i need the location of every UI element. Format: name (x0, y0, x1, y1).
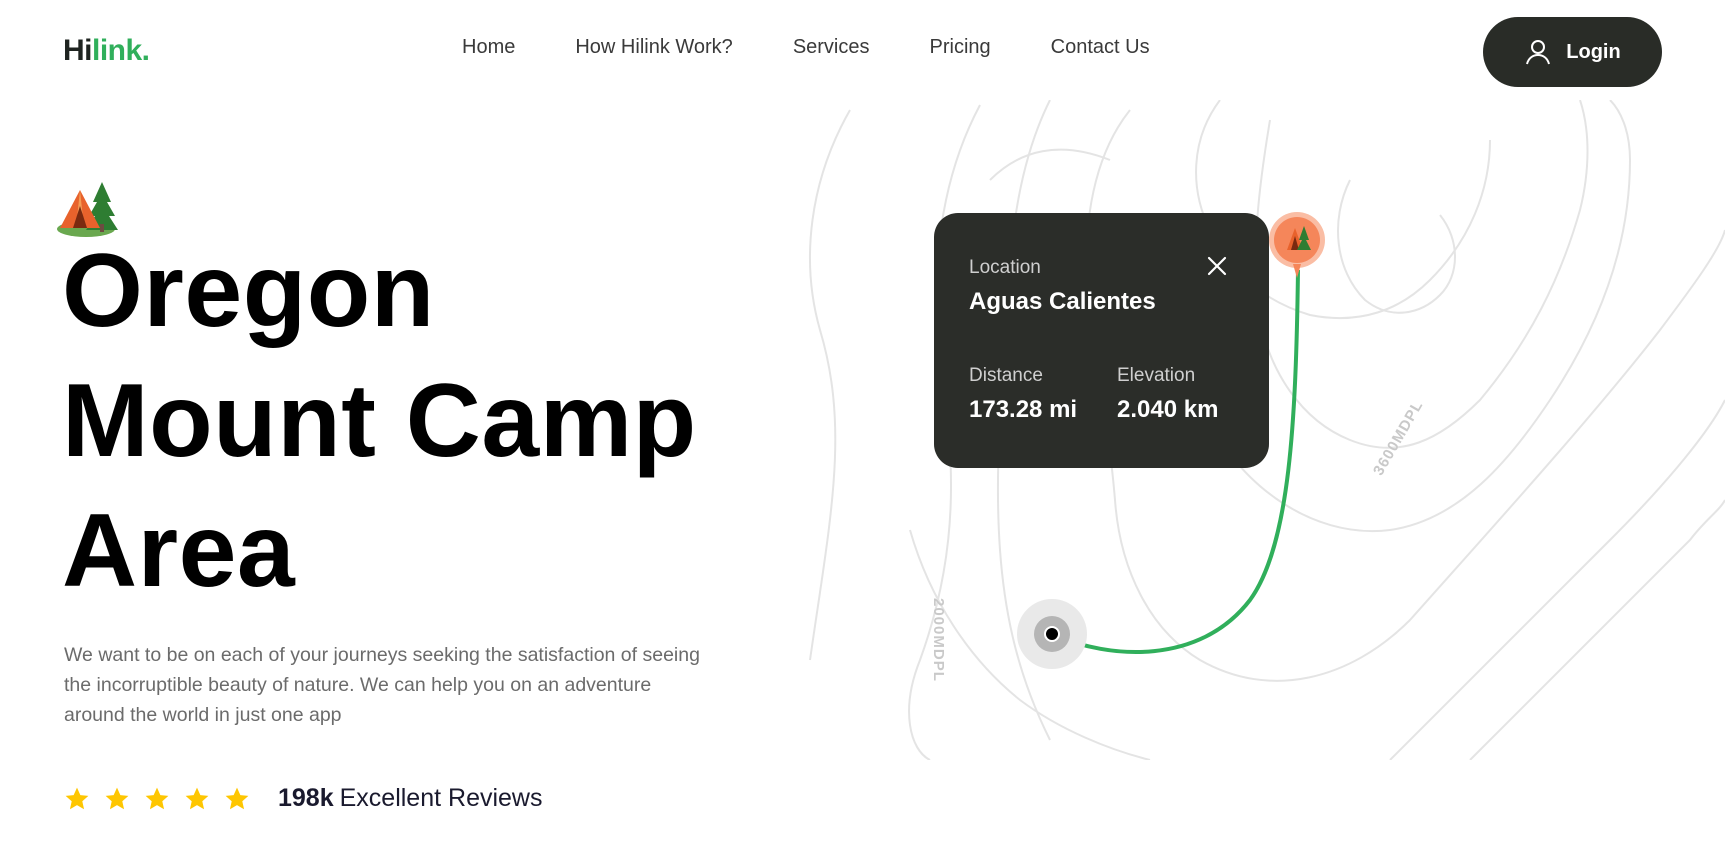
star-icon (185, 787, 209, 809)
hero-title: Oregon Mount Camp Area (62, 226, 697, 616)
login-label: Login (1566, 40, 1621, 63)
elevation-value: 2.040 km (1117, 396, 1219, 423)
logo[interactable]: Hilink. (63, 34, 150, 68)
location-label: Location (969, 257, 1041, 278)
star-icon (145, 787, 169, 809)
review-count: 198k (278, 784, 334, 812)
map-pin-icon[interactable] (1268, 212, 1326, 282)
nav-item-pricing[interactable]: Pricing (930, 36, 991, 59)
star-rating (64, 786, 250, 812)
star-icon (105, 787, 129, 809)
nav-item-how-hilink-work[interactable]: How Hilink Work? (575, 36, 732, 59)
contour-label-2000: 2000MDPL (930, 598, 947, 682)
elevation-label: Elevation (1117, 365, 1196, 386)
distance-label: Distance (969, 365, 1043, 386)
nav-item-contact-us[interactable]: Contact Us (1051, 36, 1150, 59)
location-value: Aguas Calientes (969, 288, 1156, 315)
distance-value: 173.28 mi (969, 396, 1078, 423)
logo-text-hi: Hi (63, 34, 93, 67)
star-icon (225, 787, 249, 809)
reviews-rating: 198k Excellent Reviews (64, 784, 542, 813)
location-card: Location Aguas Calientes Distance 173.28… (934, 213, 1269, 468)
star-icon (65, 787, 89, 809)
nav-item-services[interactable]: Services (793, 36, 870, 59)
review-label: Excellent Reviews (339, 784, 543, 812)
hero-title-line-2: Mount Camp (62, 363, 697, 479)
main-nav: Home How Hilink Work? Services Pricing C… (462, 36, 1210, 59)
close-icon[interactable] (1206, 255, 1228, 277)
hero-description: We want to be on each of your journeys s… (64, 644, 700, 726)
user-icon (1526, 40, 1551, 65)
nav-item-home[interactable]: Home (462, 36, 515, 59)
logo-text-link: link. (92, 34, 150, 67)
hero-title-line-3: Area (62, 493, 296, 609)
start-point-marker[interactable] (1016, 598, 1088, 670)
login-button[interactable]: Login (1483, 17, 1662, 87)
hero-title-line-1: Oregon (62, 233, 435, 349)
